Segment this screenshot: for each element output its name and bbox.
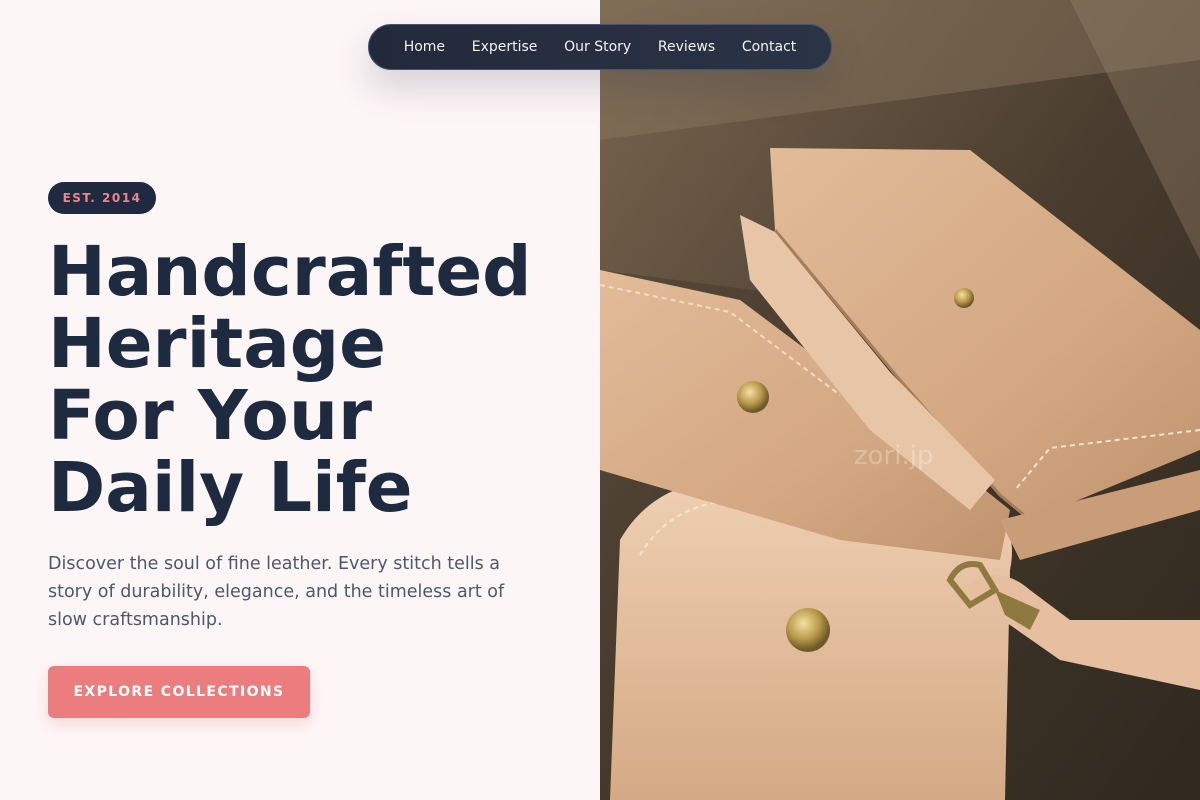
hero-product-image: zori.jp (600, 0, 1200, 800)
watermark-text: zori.jp (854, 441, 933, 471)
hero-left-panel: EST. 2014 Handcrafted Heritage For Your … (0, 0, 600, 800)
nav-item-expertise[interactable]: Expertise (468, 35, 542, 59)
headline-line: Handcrafted (48, 232, 532, 312)
main-navigation: Home Expertise Our Story Reviews Contact (368, 24, 832, 70)
leather-wallet-photo: zori.jp (600, 0, 1200, 800)
nav-item-reviews[interactable]: Reviews (654, 35, 719, 59)
headline-line: Daily Life (48, 448, 413, 528)
hero-headline: Handcrafted Heritage For Your Daily Life (48, 236, 588, 524)
nav-item-contact[interactable]: Contact (738, 35, 800, 59)
nav-item-our-story[interactable]: Our Story (560, 35, 635, 59)
nav-item-home[interactable]: Home (400, 35, 449, 59)
headline-line: For Your (48, 376, 372, 456)
explore-collections-button[interactable]: EXPLORE COLLECTIONS (48, 666, 310, 718)
headline-line: Heritage (48, 304, 386, 384)
established-badge: EST. 2014 (48, 182, 156, 214)
hero-description: Discover the soul of fine leather. Every… (48, 554, 505, 630)
